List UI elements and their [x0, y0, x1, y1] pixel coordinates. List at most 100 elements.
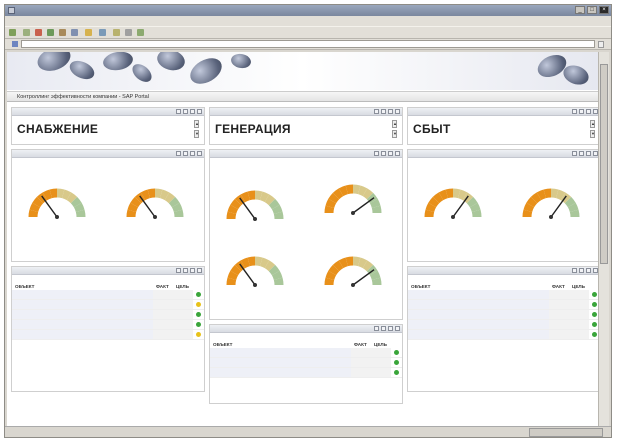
panel-close-icon[interactable]: [197, 151, 202, 156]
maximize-button[interactable]: □: [587, 6, 597, 14]
favorites-button[interactable]: [85, 29, 94, 36]
dropdown-arrow-icon[interactable]: [598, 40, 604, 48]
object-link[interactable]: [12, 329, 153, 340]
forward-button[interactable]: [23, 29, 30, 36]
panel-close-icon[interactable]: [395, 151, 400, 156]
panel-refresh-icon[interactable]: [579, 109, 584, 114]
object-link[interactable]: [12, 309, 153, 320]
panel-refresh-icon[interactable]: [381, 326, 386, 331]
kpi-gauge[interactable]: [414, 167, 492, 224]
edit-button[interactable]: [137, 29, 144, 36]
panel-close-icon[interactable]: [197, 109, 202, 114]
stop-button[interactable]: [35, 29, 42, 36]
scroll-buttons[interactable]: ▲ ▼: [590, 120, 595, 138]
panel-menu-icon[interactable]: [572, 109, 577, 114]
gauge-needle: [452, 195, 469, 218]
kpi-gauge[interactable]: [216, 235, 294, 292]
panel-help-icon[interactable]: [190, 151, 195, 156]
panel-help-icon[interactable]: [190, 109, 195, 114]
goal-value: [371, 367, 391, 378]
section-title-panel: ГЕНЕРАЦИЯ ▲ ▼: [209, 107, 403, 145]
panel-footer-links[interactable]: [12, 249, 204, 255]
kpi-gauge[interactable]: [116, 167, 194, 224]
fact-value: [153, 290, 173, 300]
kpi-gauge[interactable]: [314, 163, 392, 220]
panel-refresh-icon[interactable]: [381, 151, 386, 156]
object-link[interactable]: [408, 290, 549, 300]
panel-refresh-icon[interactable]: [381, 109, 386, 114]
kpi-gauge[interactable]: [18, 167, 96, 224]
gauge-segment: [127, 202, 139, 213]
panel-menu-icon[interactable]: [176, 151, 181, 156]
gauge-segment: [352, 184, 361, 195]
panel-help-icon[interactable]: [586, 151, 591, 156]
panel-footer-links[interactable]: [12, 340, 204, 346]
panel-refresh-icon[interactable]: [183, 151, 188, 156]
panel-menu-icon[interactable]: [572, 268, 577, 273]
panel-menu-icon[interactable]: [176, 109, 181, 114]
gauge-segment: [264, 260, 276, 272]
scroll-buttons[interactable]: ▲ ▼: [392, 120, 397, 138]
panel-menu-icon[interactable]: [176, 268, 181, 273]
panel-help-icon[interactable]: [388, 326, 393, 331]
panel-footer-links[interactable]: [408, 249, 599, 255]
close-button[interactable]: ×: [599, 6, 609, 14]
gauge-segment: [171, 202, 183, 213]
panel-close-icon[interactable]: [197, 268, 202, 273]
kpi-gauge[interactable]: [512, 167, 590, 224]
gauge-segment: [345, 184, 354, 195]
gauge-segment: [66, 192, 78, 204]
panel-refresh-icon[interactable]: [183, 268, 188, 273]
panel-help-icon[interactable]: [190, 268, 195, 273]
panel-menu-icon[interactable]: [374, 151, 379, 156]
panel-menu-icon[interactable]: [572, 151, 577, 156]
panel-help-icon[interactable]: [388, 109, 393, 114]
panel-close-icon[interactable]: [395, 109, 400, 114]
history-button[interactable]: [99, 29, 108, 36]
home-button[interactable]: [59, 29, 66, 36]
panel-footer-links[interactable]: [408, 340, 599, 346]
back-button[interactable]: [9, 29, 18, 36]
object-link[interactable]: [210, 348, 351, 358]
gauge-segment: [49, 188, 58, 199]
gauge-segment: [273, 211, 284, 220]
object-link[interactable]: [408, 299, 549, 310]
refresh-button[interactable]: [47, 29, 54, 36]
panel-help-icon[interactable]: [388, 151, 393, 156]
address-input[interactable]: [21, 40, 595, 48]
panel-menu-icon[interactable]: [374, 109, 379, 114]
object-link[interactable]: [12, 319, 153, 330]
panel-refresh-icon[interactable]: [579, 151, 584, 156]
minimize-button[interactable]: _: [575, 6, 585, 14]
panel-close-icon[interactable]: [395, 326, 400, 331]
kpi-gauge[interactable]: [314, 235, 392, 292]
object-link[interactable]: [408, 329, 549, 340]
vertical-scrollbar[interactable]: [598, 52, 609, 426]
mail-button[interactable]: [113, 29, 120, 36]
gauge-segment: [536, 189, 547, 201]
scroll-buttons[interactable]: ▲ ▼: [194, 120, 199, 138]
object-link[interactable]: [408, 309, 549, 320]
panel-help-icon[interactable]: [586, 109, 591, 114]
panel-help-icon[interactable]: [586, 268, 591, 273]
panel-refresh-icon[interactable]: [183, 109, 188, 114]
kpi-gauge[interactable]: [216, 169, 294, 226]
panel-menu-icon[interactable]: [374, 326, 379, 331]
portal-page: Контроллинг эффективности компании - SAP…: [7, 52, 599, 426]
object-link[interactable]: [408, 319, 549, 330]
scrollbar-thumb[interactable]: [600, 64, 608, 264]
object-link[interactable]: [210, 367, 351, 378]
period-label: [408, 275, 599, 280]
goal-value: [173, 299, 193, 310]
column-generation: ГЕНЕРАЦИЯ ▲ ▼ ОБЪЕКТ ФАКТ ЦЕЛЬ: [209, 107, 403, 408]
panel-footer-links[interactable]: [210, 303, 402, 309]
panel-refresh-icon[interactable]: [579, 268, 584, 273]
print-button[interactable]: [125, 29, 132, 36]
gauge-segment: [268, 264, 280, 276]
goal-value: [371, 357, 391, 368]
object-link[interactable]: [12, 299, 153, 310]
status-indicator-icon: [592, 311, 597, 317]
search-button[interactable]: [71, 29, 80, 36]
object-link[interactable]: [12, 290, 153, 300]
object-link[interactable]: [210, 357, 351, 368]
